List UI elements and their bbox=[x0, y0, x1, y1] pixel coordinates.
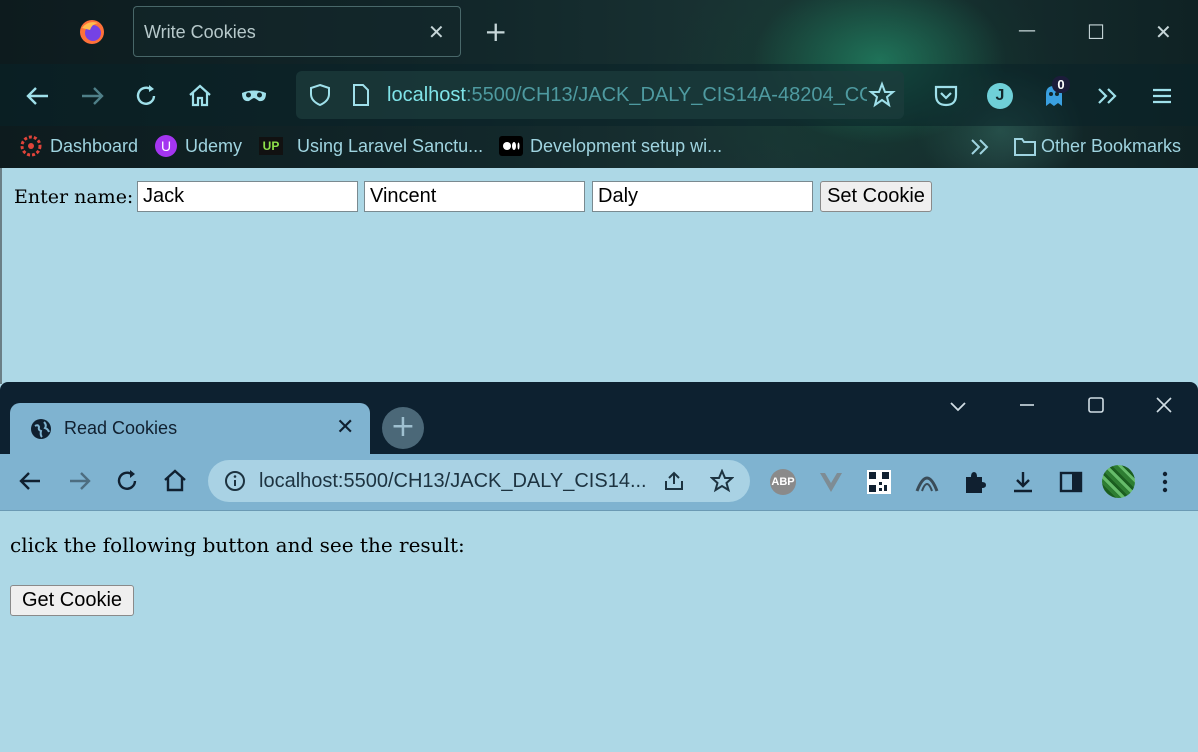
tab-search-chevron-icon[interactable] bbox=[948, 398, 968, 414]
maximize-icon[interactable]: ☐ bbox=[1087, 20, 1105, 44]
overflow-chevrons-icon[interactable] bbox=[1094, 82, 1122, 110]
firefox-tab-strip: Write Cookies ✕ + — ☐ ✕ bbox=[0, 0, 1198, 64]
enter-name-label: Enter name: bbox=[14, 186, 134, 208]
read-cookies-page: click the following button and see the r… bbox=[0, 511, 1198, 752]
bookmark-star-icon[interactable] bbox=[868, 81, 896, 109]
tab-close-icon[interactable]: ✕ bbox=[336, 415, 354, 440]
hamburger-menu-icon[interactable] bbox=[1148, 82, 1176, 110]
firefox-window: Write Cookies ✕ + — ☐ ✕ localhost:5500/C… bbox=[0, 0, 1198, 384]
reload-icon[interactable] bbox=[114, 468, 140, 494]
forward-arrow-icon[interactable] bbox=[78, 82, 106, 110]
page-info-icon[interactable] bbox=[351, 83, 371, 107]
maximize-icon[interactable] bbox=[1087, 396, 1105, 414]
chrome-window: Read Cookies ✕ + localhost:5500/CH13/JAC… bbox=[0, 382, 1198, 752]
close-window-icon[interactable]: ✕ bbox=[1155, 20, 1172, 44]
first-name-input[interactable] bbox=[137, 181, 358, 212]
site-info-icon[interactable] bbox=[224, 470, 246, 492]
account-avatar[interactable]: J bbox=[987, 83, 1013, 109]
minimize-icon[interactable] bbox=[1018, 396, 1036, 414]
back-arrow-icon[interactable] bbox=[18, 468, 44, 494]
set-cookie-button[interactable]: Set Cookie bbox=[820, 181, 932, 212]
arc-extension-icon[interactable] bbox=[914, 469, 940, 495]
close-window-icon[interactable] bbox=[1155, 396, 1173, 414]
medium-logo-icon bbox=[499, 136, 523, 156]
adblock-plus-icon[interactable]: ABP bbox=[770, 469, 796, 495]
back-arrow-icon[interactable] bbox=[24, 82, 52, 110]
profile-avatar[interactable] bbox=[1102, 465, 1135, 498]
bookmark-star-icon[interactable] bbox=[710, 469, 734, 493]
extensions-puzzle-icon[interactable] bbox=[962, 469, 988, 495]
bookmark-udemy[interactable]: Udemy bbox=[185, 136, 242, 157]
other-bookmarks[interactable]: Other Bookmarks bbox=[1041, 136, 1181, 157]
kebab-menu-icon[interactable] bbox=[1158, 469, 1172, 495]
get-cookie-button[interactable]: Get Cookie bbox=[10, 585, 134, 616]
tab-title: Write Cookies bbox=[144, 22, 256, 42]
middle-name-input[interactable] bbox=[364, 181, 585, 212]
dashboard-bookmark-icon bbox=[20, 135, 42, 157]
instruction-text: click the following button and see the r… bbox=[10, 533, 465, 557]
bookmark-development-setup[interactable]: Development setup wi... bbox=[530, 136, 722, 157]
url-path: :5500/CH13/JACK_DALY_CIS14A-48204_CO bbox=[465, 84, 867, 106]
side-panel-icon[interactable] bbox=[1058, 469, 1084, 495]
tab-close-icon[interactable]: ✕ bbox=[428, 20, 445, 44]
chrome-omnibox[interactable]: localhost:5500/CH13/JACK_DALY_CIS14... bbox=[208, 460, 750, 502]
reload-icon[interactable] bbox=[132, 82, 160, 110]
globe-icon bbox=[31, 419, 51, 439]
tab-read-cookies[interactable]: Read Cookies ✕ bbox=[10, 403, 370, 454]
home-icon[interactable] bbox=[162, 468, 188, 494]
firefox-url-bar[interactable]: localhost:5500/CH13/JACK_DALY_CIS14A-482… bbox=[296, 71, 904, 119]
url-text[interactable]: localhost:5500/CH13/JACK_DALY_CIS14... bbox=[259, 470, 647, 493]
bookmarks-overflow-icon[interactable] bbox=[968, 135, 992, 159]
badge-count: 0 bbox=[1052, 76, 1070, 93]
qr-code-icon[interactable] bbox=[866, 469, 892, 495]
home-icon[interactable] bbox=[186, 82, 214, 110]
firefox-logo-icon bbox=[80, 20, 104, 44]
url-text[interactable]: localhost:5500/CH13/JACK_DALY_CIS14A-482… bbox=[387, 84, 867, 107]
bookmark-laravel-sanctum[interactable]: Using Laravel Sanctu... bbox=[297, 136, 483, 157]
private-mask-icon[interactable] bbox=[240, 82, 268, 110]
download-icon[interactable] bbox=[1010, 469, 1036, 495]
folder-icon bbox=[1014, 138, 1036, 156]
new-tab-plus-icon[interactable]: + bbox=[484, 18, 507, 46]
tab-write-cookies[interactable]: Write Cookies ✕ bbox=[133, 6, 461, 57]
upwork-logo-icon: UP bbox=[259, 137, 283, 155]
firefox-browser-chrome: Write Cookies ✕ + — ☐ ✕ localhost:5500/C… bbox=[0, 0, 1198, 168]
tab-title: Read Cookies bbox=[64, 418, 178, 438]
forward-arrow-icon[interactable] bbox=[66, 468, 92, 494]
write-cookies-page: Enter name: Set Cookie bbox=[0, 168, 1198, 384]
pocket-icon[interactable] bbox=[932, 82, 960, 110]
new-tab-plus-icon[interactable]: + bbox=[382, 407, 424, 449]
share-icon[interactable] bbox=[662, 469, 686, 493]
bookmark-dashboard[interactable]: Dashboard bbox=[50, 136, 138, 157]
udemy-logo-icon: U bbox=[155, 135, 177, 157]
vue-devtools-icon[interactable] bbox=[818, 469, 844, 495]
minimize-icon[interactable]: — bbox=[1018, 20, 1036, 41]
url-host: localhost bbox=[387, 84, 466, 106]
last-name-input[interactable] bbox=[592, 181, 813, 212]
chrome-tab-strip: Read Cookies ✕ + bbox=[0, 382, 1198, 454]
chrome-nav-toolbar: localhost:5500/CH13/JACK_DALY_CIS14... A… bbox=[0, 454, 1198, 511]
shield-icon[interactable] bbox=[308, 83, 332, 107]
